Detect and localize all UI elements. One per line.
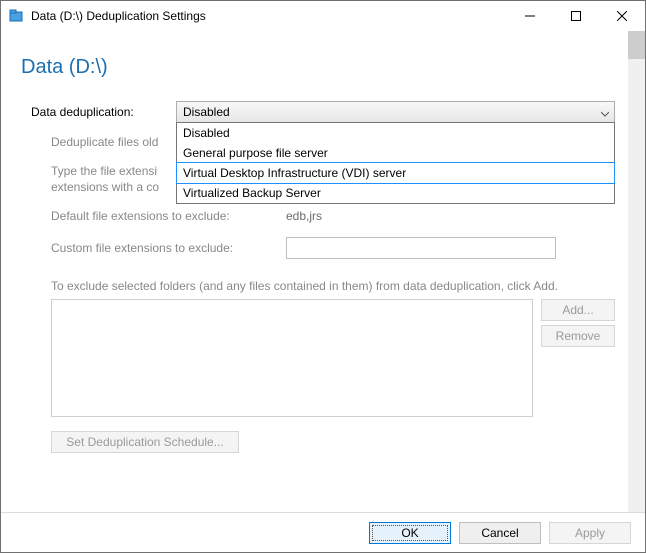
exclude-folders-instruction: To exclude selected folders (and any fil… <box>51 279 615 293</box>
desc-line-2: extensions with a co <box>51 180 159 194</box>
list-side-buttons: Add... Remove <box>541 299 615 417</box>
title-bar: Data (D:\) Deduplication Settings <box>1 1 645 31</box>
custom-ext-label: Custom file extensions to exclude: <box>51 241 286 255</box>
dedup-dropdown[interactable]: Disabled Disabled General purpose file s… <box>176 101 615 123</box>
dropdown-display[interactable]: Disabled <box>176 101 615 123</box>
dropdown-option-general[interactable]: General purpose file server <box>177 143 614 163</box>
custom-ext-input[interactable] <box>286 237 556 259</box>
app-icon <box>9 8 25 24</box>
custom-ext-row: Custom file extensions to exclude: <box>51 237 615 259</box>
cancel-button[interactable]: Cancel <box>459 522 541 544</box>
dropdown-option-disabled[interactable]: Disabled <box>177 123 614 143</box>
default-ext-value: edb,jrs <box>286 209 322 223</box>
maximize-button[interactable] <box>553 1 599 31</box>
remove-button[interactable]: Remove <box>541 325 615 347</box>
apply-button[interactable]: Apply <box>549 522 631 544</box>
close-button[interactable] <box>599 1 645 31</box>
dedup-label: Data deduplication: <box>31 105 176 119</box>
dropdown-option-vdi[interactable]: Virtual Desktop Infrastructure (VDI) ser… <box>176 162 615 184</box>
scrollbar-thumb[interactable] <box>628 31 645 59</box>
set-schedule-button[interactable]: Set Deduplication Schedule... <box>51 431 239 453</box>
window-controls <box>507 1 645 31</box>
minimize-button[interactable] <box>507 1 553 31</box>
desc-line-1: Type the file extensi <box>51 164 157 178</box>
page-title: Data (D:\) <box>1 31 645 79</box>
dropdown-selected: Disabled <box>183 105 230 119</box>
exclude-folders-listbox[interactable] <box>51 299 533 417</box>
chevron-down-icon <box>601 107 609 121</box>
form-area: Data deduplication: Disabled Disabled Ge… <box>1 79 645 453</box>
dialog-footer: OK Cancel Apply <box>1 512 645 552</box>
dialog-window: Data (D:\) Deduplication Settings Data (… <box>0 0 646 553</box>
content-area: Data (D:\) Data deduplication: Disabled … <box>1 31 645 512</box>
default-ext-row: Default file extensions to exclude: edb,… <box>51 209 615 223</box>
default-ext-label: Default file extensions to exclude: <box>51 209 286 223</box>
dedup-row: Data deduplication: Disabled Disabled Ge… <box>31 101 615 123</box>
dropdown-option-backup[interactable]: Virtualized Backup Server <box>177 183 614 203</box>
window-title: Data (D:\) Deduplication Settings <box>31 9 507 23</box>
exclude-list-area: Add... Remove <box>51 299 615 417</box>
add-button[interactable]: Add... <box>541 299 615 321</box>
ok-button[interactable]: OK <box>369 522 451 544</box>
dropdown-list: Disabled General purpose file server Vir… <box>176 122 615 204</box>
